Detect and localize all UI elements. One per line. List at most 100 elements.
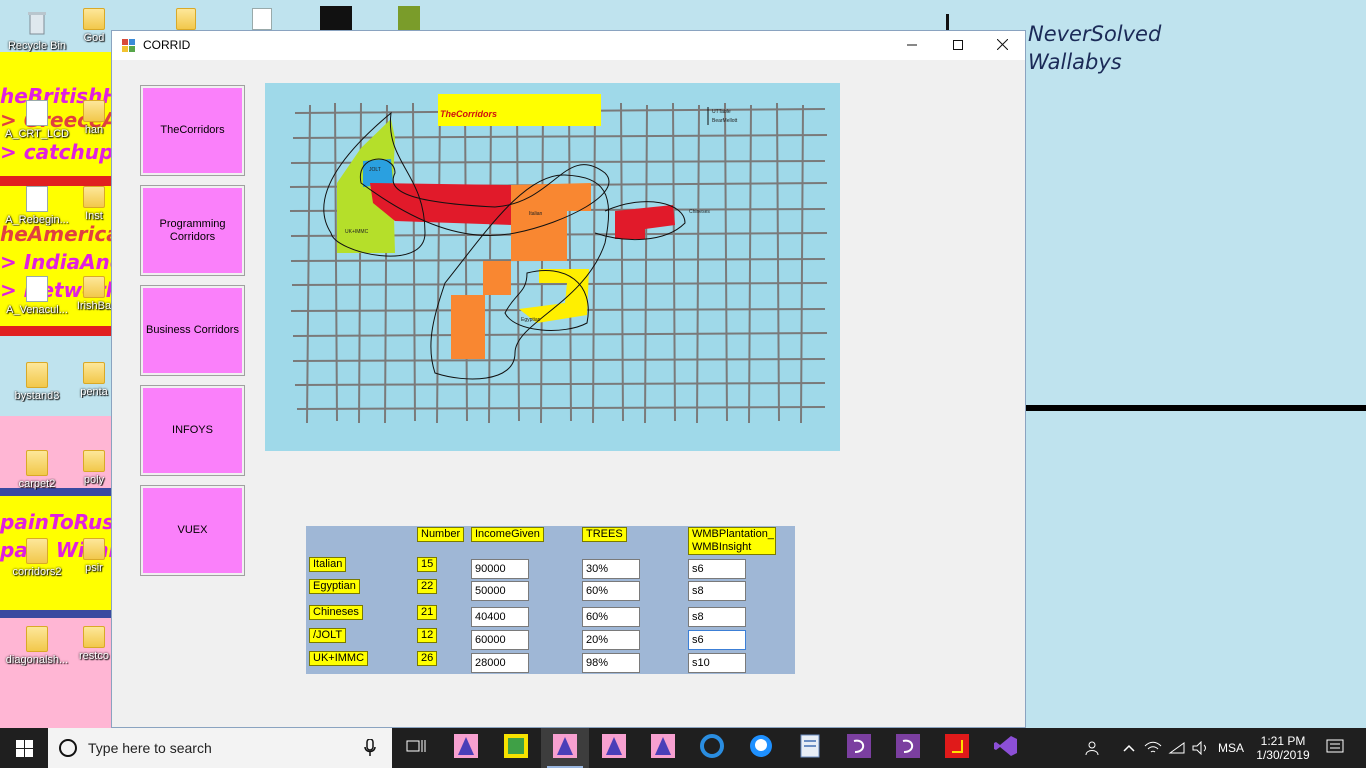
- close-icon: [996, 38, 1008, 54]
- trees-field[interactable]: 60%: [582, 581, 640, 601]
- thecorridors-button[interactable]: TheCorridors: [140, 85, 245, 176]
- taskbar-app-yellow[interactable]: [492, 728, 540, 768]
- folder-icon: [176, 8, 196, 30]
- income-field[interactable]: 50000: [471, 581, 529, 601]
- clock-date: 1/30/2019: [1256, 748, 1310, 762]
- task-view-button[interactable]: [392, 728, 440, 768]
- income-field[interactable]: 40400: [471, 607, 529, 627]
- row-label-jolt: /JOLT: [309, 628, 347, 643]
- vuex-button[interactable]: VUEX: [140, 485, 245, 576]
- taskbar-app-paint-3[interactable]: [639, 728, 687, 768]
- desktop-icon-corridors2[interactable]: corridors2: [0, 538, 74, 578]
- desktop-icon-label: diagonalsh...: [5, 654, 69, 666]
- microphone-icon[interactable]: [364, 738, 376, 762]
- maximize-button[interactable]: [935, 31, 981, 60]
- desktop-icon-bystand3[interactable]: bystand3: [0, 362, 74, 402]
- map-legend-line1: UTTable: [712, 109, 731, 115]
- trees-field[interactable]: 98%: [582, 653, 640, 673]
- taskbar-app-paint-2[interactable]: [590, 728, 638, 768]
- wmb-field[interactable]: s6: [688, 559, 746, 579]
- infoys-button[interactable]: INFOYS: [140, 385, 245, 476]
- wmb-field[interactable]: s8: [688, 607, 746, 627]
- app-icon: [945, 733, 969, 763]
- taskbar-app-edge[interactable]: [688, 728, 736, 768]
- desktop-icon-penta[interactable]: penta: [74, 362, 114, 398]
- desktop-icon-diagonalsh[interactable]: diagonalsh...: [0, 626, 74, 666]
- paint-app-icon: [454, 733, 478, 763]
- desktop-icon-psir[interactable]: psir: [74, 538, 114, 574]
- map-label-uk: UK+IMMC: [345, 229, 369, 235]
- desktop-icon-inst[interactable]: Inst: [74, 186, 114, 222]
- desktop-icon-god[interactable]: God: [74, 8, 114, 44]
- desktop-icon-poly[interactable]: poly: [74, 450, 114, 486]
- wmb-field[interactable]: s10: [688, 653, 746, 673]
- row-label-italian: Italian: [309, 557, 347, 572]
- search-icon: [58, 738, 78, 763]
- desktop-icon-recycle-bin[interactable]: Recycle Bin: [0, 8, 74, 52]
- desktop-icon-carpet2[interactable]: carpet2: [0, 450, 74, 490]
- app-icon: [122, 39, 135, 52]
- income-field[interactable]: 60000: [471, 630, 529, 650]
- taskbar-app-undo-2[interactable]: [884, 728, 932, 768]
- chat-bubble-icon: [749, 734, 773, 763]
- desktop-icon-a-rebegin[interactable]: A_Rebegin...: [0, 186, 74, 226]
- business-corridors-button[interactable]: Business Corridors: [140, 285, 245, 376]
- taskbar-app-wordpad[interactable]: [786, 728, 834, 768]
- wmb-field[interactable]: s8: [688, 581, 746, 601]
- close-button[interactable]: [979, 31, 1025, 60]
- row-label-chineses: Chineses: [309, 605, 363, 620]
- start-button[interactable]: [0, 728, 48, 768]
- row-number: 26: [417, 651, 438, 666]
- map-legend-line2: BearMellott: [712, 118, 738, 124]
- map-drawing: TheCorridors UTTable BearMellott UK+IMMC…: [289, 94, 828, 424]
- desktop-icon-a-venacul[interactable]: A_Venacul...: [0, 276, 74, 316]
- desktop-icon-irishba[interactable]: IrishBa: [74, 276, 114, 312]
- trees-field[interactable]: 60%: [582, 607, 640, 627]
- folder-icon: [83, 100, 105, 122]
- folder-icon: [83, 186, 105, 208]
- header-income-given: IncomeGiven: [471, 527, 544, 542]
- map-label-egyptian: Egyptian: [521, 317, 541, 323]
- folder-icon: [83, 450, 105, 472]
- folder-icon: [26, 626, 48, 652]
- desktop-icon-label: A_Rebegin...: [5, 214, 69, 226]
- notifications-button[interactable]: [1320, 728, 1350, 768]
- input-language[interactable]: MSA: [1214, 728, 1248, 768]
- wallpaper-band: [0, 326, 112, 336]
- title-bar[interactable]: CORRID: [112, 31, 1025, 60]
- taskbar-app-paint-1[interactable]: [442, 728, 490, 768]
- folder-icon: [83, 538, 105, 560]
- taskbar-app-corrid[interactable]: [541, 728, 589, 768]
- wallpaper-band: [0, 610, 112, 618]
- income-field[interactable]: 28000: [471, 653, 529, 673]
- people-icon[interactable]: [1080, 728, 1108, 768]
- network-icon[interactable]: [1142, 728, 1164, 768]
- desktop-icon-a-crt-lcd[interactable]: A_CRT_LCD: [0, 100, 74, 140]
- row-number: 15: [417, 557, 438, 572]
- income-field[interactable]: 90000: [471, 559, 529, 579]
- desktop-icon-label: God: [83, 32, 105, 44]
- desktop-icon-restco[interactable]: restco: [74, 626, 114, 662]
- wifi-icon[interactable]: [1166, 728, 1188, 768]
- taskbar-search-box[interactable]: Type here to search: [48, 728, 392, 768]
- app-icon: [896, 733, 920, 763]
- folder-icon: [26, 450, 48, 476]
- taskbar-app-undo-1[interactable]: [835, 728, 883, 768]
- windows-logo-icon: [16, 740, 33, 762]
- minimize-button[interactable]: [889, 31, 935, 60]
- trees-field[interactable]: 20%: [582, 630, 640, 650]
- folder-icon: [26, 362, 48, 388]
- taskbar-app-messaging[interactable]: [737, 728, 785, 768]
- clock[interactable]: 1:21 PM 1/30/2019: [1250, 728, 1316, 768]
- chevron-up-icon[interactable]: [1118, 728, 1140, 768]
- wallpaper-note: Wallabys: [1028, 50, 1122, 74]
- taskbar-app-red[interactable]: [933, 728, 981, 768]
- row-number: 12: [417, 628, 438, 643]
- volume-icon[interactable]: [1190, 728, 1212, 768]
- taskbar-app-visual-studio[interactable]: [982, 728, 1030, 768]
- programming-corridors-button[interactable]: Programming Corridors: [140, 185, 245, 276]
- wmb-field[interactable]: s6: [688, 630, 746, 650]
- trees-field[interactable]: 30%: [582, 559, 640, 579]
- desktop-icon-han[interactable]: han: [74, 100, 114, 136]
- window-title: CORRID: [143, 38, 191, 52]
